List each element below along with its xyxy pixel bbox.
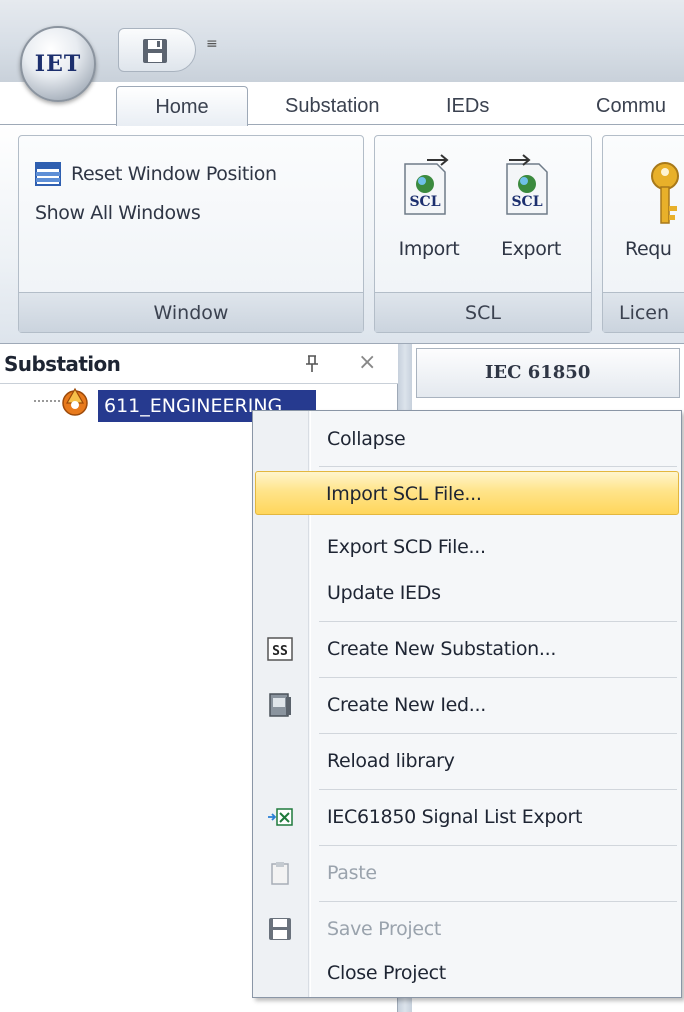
window-group-label: Window xyxy=(19,292,363,332)
menu-item-label: Import SCL File... xyxy=(326,483,482,505)
export-scl-button[interactable]: SCL Export xyxy=(489,150,573,280)
substation-pane-header: Substation × xyxy=(0,344,398,384)
menu-item-label: Create New Ied... xyxy=(327,694,487,716)
show-all-windows-label: Show All Windows xyxy=(35,202,201,224)
import-label: Import xyxy=(398,238,460,260)
tab-home[interactable]: Home xyxy=(116,86,248,126)
request-label: Requ xyxy=(625,238,672,260)
menu-item-paste[interactable]: Paste xyxy=(255,851,679,895)
import-scl-button[interactable]: SCL Import xyxy=(387,150,471,280)
menu-item-export-scd-file[interactable]: Export SCD File... xyxy=(255,525,679,569)
menu-item-reload-library[interactable]: Reload library xyxy=(255,739,679,783)
menu-item-label: Reload library xyxy=(327,750,455,772)
tab-ieds[interactable]: IEDs xyxy=(446,86,489,126)
app-logo-text: IET xyxy=(34,51,82,77)
menu-item-label: Export SCD File... xyxy=(327,536,486,558)
scl-export-icon-text: SCL xyxy=(511,194,542,210)
scl-group-label: SCL xyxy=(375,292,591,332)
license-group: Requ Licen xyxy=(602,135,684,333)
menu-item-collapse[interactable]: Collapse xyxy=(255,417,679,461)
application-button[interactable]: IET xyxy=(20,26,96,102)
menu-item-import-scl-file[interactable]: Import SCL File... xyxy=(255,471,679,515)
menu-separator xyxy=(319,733,677,734)
title-bar: ≡ xyxy=(0,0,684,82)
menu-separator xyxy=(319,466,677,467)
pane-close-icon[interactable]: × xyxy=(358,350,376,375)
key-icon xyxy=(651,162,679,224)
license-group-label: Licen xyxy=(603,292,684,332)
menu-item-label: Create New Substation... xyxy=(327,638,557,660)
substation-ss-icon-text: SS xyxy=(272,644,288,659)
menu-item-label: Collapse xyxy=(327,428,406,450)
tab-communication[interactable]: Commu xyxy=(596,86,666,126)
request-license-button[interactable]: Requ xyxy=(607,150,684,280)
menu-item-create-new-substation[interactable]: SS Create New Substation... xyxy=(255,627,679,671)
scl-group: SCL Import SCL Export SCL xyxy=(374,135,592,333)
reset-window-position-label: Reset Window Position xyxy=(71,163,277,185)
scl-export-icon: SCL xyxy=(506,154,548,215)
menu-separator xyxy=(319,621,677,622)
menu-item-close-project[interactable]: Close Project xyxy=(255,951,679,995)
menu-item-label: Close Project xyxy=(327,962,446,984)
menu-item-label: IEC61850 Signal List Export xyxy=(327,806,583,828)
scl-import-icon: SCL xyxy=(404,154,449,215)
tab-substation[interactable]: Substation xyxy=(285,86,380,126)
menu-separator xyxy=(319,789,677,790)
scl-import-icon-text: SCL xyxy=(409,194,440,210)
tree-connector xyxy=(34,400,60,402)
ied-icon xyxy=(269,693,291,717)
menu-item-iec61850-signal-list-export[interactable]: IEC61850 Signal List Export xyxy=(255,795,679,839)
substation-icon[interactable] xyxy=(58,384,92,418)
menu-separator xyxy=(319,845,677,846)
export-label: Export xyxy=(501,238,561,260)
window-layout-icon xyxy=(35,162,61,186)
clipboard-icon xyxy=(271,862,289,885)
excel-export-icon xyxy=(268,808,293,826)
tab-iec61850-label: IEC 61850 xyxy=(485,362,591,383)
menu-item-update-ieds[interactable]: Update IEDs xyxy=(255,571,679,615)
menu-item-label: Paste xyxy=(327,862,377,884)
customize-qat-dropdown-icon[interactable]: ≡ xyxy=(206,36,218,52)
show-all-windows-button[interactable]: Show All Windows xyxy=(35,202,201,224)
menu-item-label: Save Project xyxy=(327,918,442,940)
reset-window-position-button[interactable]: Reset Window Position xyxy=(35,162,277,186)
window-group: Reset Window Position Show All Windows W… xyxy=(18,135,364,333)
substation-ss-icon: SS xyxy=(267,637,293,661)
quick-access-toolbar xyxy=(118,28,196,72)
menu-item-create-new-ied[interactable]: Create New Ied... xyxy=(255,683,679,727)
menu-item-save-project[interactable]: Save Project xyxy=(255,907,679,951)
context-menu: Collapse Import SCL File... Export SCD F… xyxy=(252,410,682,998)
menu-separator xyxy=(319,677,677,678)
tab-iec61850[interactable]: IEC 61850 xyxy=(416,348,680,398)
ribbon: Reset Window Position Show All Windows W… xyxy=(0,124,684,344)
save-icon[interactable] xyxy=(141,37,169,65)
menu-separator xyxy=(319,901,677,902)
substation-pane-title: Substation xyxy=(4,352,121,376)
menu-item-label: Update IEDs xyxy=(327,582,441,604)
pin-icon[interactable] xyxy=(304,354,320,374)
floppy-disk-icon xyxy=(269,918,291,940)
